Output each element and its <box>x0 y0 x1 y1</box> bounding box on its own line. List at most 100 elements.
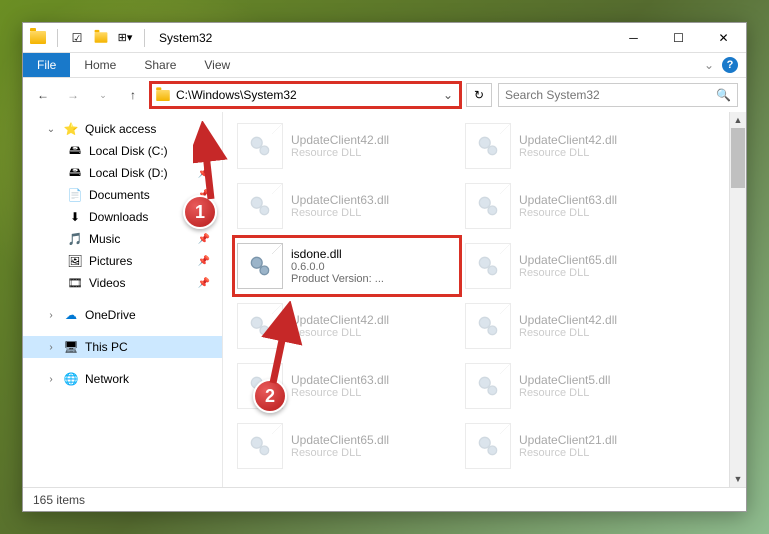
file-name: UpdateClient42.dll <box>519 313 685 327</box>
downloads-icon: ⬇ <box>67 209 83 225</box>
sidebar-item-pictures[interactable]: 🖼Pictures📌 <box>23 250 222 272</box>
folder-icon[interactable] <box>27 27 49 49</box>
scroll-down-icon[interactable]: ▼ <box>730 471 746 487</box>
dll-file-icon <box>465 183 511 229</box>
file-item[interactable]: isdone.dll0.6.0.0Product Version: ... <box>233 236 461 296</box>
sidebar-label: This PC <box>85 340 128 354</box>
sidebar-item-videos[interactable]: 🎞 Videos 📌 <box>23 272 222 294</box>
dll-file-icon <box>465 363 511 409</box>
dll-file-icon <box>465 303 511 349</box>
sidebar-label: OneDrive <box>85 308 136 322</box>
navigation-bar: ← → ⌄ ↑ C:\Windows\System32 ⌄ ↻ 🔍 <box>23 78 746 112</box>
file-item[interactable]: UpdateClient63.dllResource DLL <box>233 176 461 236</box>
sidebar-label: Documents <box>89 188 150 202</box>
forward-button[interactable]: → <box>61 83 85 107</box>
pin-icon: 📌 <box>198 278 210 289</box>
file-item[interactable]: UpdateClient42.dllResource DLL <box>461 116 689 176</box>
minimize-button[interactable]: ─ <box>611 23 656 53</box>
sidebar-item-quick-access[interactable]: ⌄⭐Quick access <box>23 118 222 140</box>
sidebar-item-onedrive[interactable]: ›☁OneDrive <box>23 304 222 326</box>
explorer-window: ☑ ⊞▾ System32 ─ ☐ ✕ File Home Share View… <box>22 22 747 512</box>
dll-file-icon <box>465 123 511 169</box>
file-name: UpdateClient5.dll <box>519 373 685 387</box>
recent-locations-button[interactable]: ⌄ <box>91 83 115 107</box>
ribbon-expand-icon[interactable]: ⌄ <box>704 58 714 72</box>
star-icon: ⭐ <box>63 121 79 137</box>
file-name: UpdateClient63.dll <box>291 373 457 387</box>
sidebar-label: Music <box>89 232 120 246</box>
pin-icon: 📌 <box>198 190 210 201</box>
file-name: UpdateClient42.dll <box>519 133 685 147</box>
sidebar-item-local-d[interactable]: 🖴Local Disk (D:)📌 <box>23 162 222 184</box>
file-item[interactable]: UpdateClient42.dllResource DLL <box>461 296 689 356</box>
window-title: System32 <box>155 31 611 45</box>
file-item[interactable]: UpdateClient63.dllResource DLL <box>233 356 461 416</box>
dll-file-icon <box>465 423 511 469</box>
videos-icon: 🎞 <box>67 275 83 291</box>
view-options-icon[interactable]: ⊞▾ <box>114 27 136 49</box>
sidebar-item-music[interactable]: 🎵Music📌 <box>23 228 222 250</box>
refresh-button[interactable]: ↻ <box>466 83 492 107</box>
sidebar-item-local-c[interactable]: 🖴Local Disk (C:)📌 <box>23 140 222 162</box>
sidebar-label: Videos <box>89 276 125 290</box>
search-input[interactable] <box>505 88 716 102</box>
dll-file-icon <box>237 123 283 169</box>
scrollbar[interactable]: ▲ ▼ <box>729 112 746 487</box>
file-item[interactable]: UpdateClient42.dllResource DLL <box>233 296 461 356</box>
titlebar: ☑ ⊞▾ System32 ─ ☐ ✕ <box>23 23 746 53</box>
sidebar-item-downloads[interactable]: ⬇Downloads📌 <box>23 206 222 228</box>
file-name: isdone.dll <box>291 247 457 261</box>
maximize-button[interactable]: ☐ <box>656 23 701 53</box>
pin-icon: 📌 <box>198 212 210 223</box>
file-item[interactable]: UpdateClient42.dllResource DLL <box>233 116 461 176</box>
search-box[interactable]: 🔍 <box>498 83 738 107</box>
sidebar-label: Local Disk (C:) <box>89 144 168 158</box>
dll-file-icon <box>237 363 283 409</box>
file-name: UpdateClient63.dll <box>519 193 685 207</box>
scroll-thumb[interactable] <box>731 128 745 188</box>
file-item[interactable]: UpdateClient65.dllResource DLL <box>461 236 689 296</box>
dll-file-icon <box>237 183 283 229</box>
pc-icon: 🖥 <box>63 339 79 355</box>
file-name: UpdateClient21.dll <box>519 433 685 447</box>
properties-icon[interactable]: ☑ <box>66 27 88 49</box>
address-path: C:\Windows\System32 <box>172 88 439 102</box>
address-bar[interactable]: C:\Windows\System32 ⌄ <box>151 83 460 107</box>
dll-file-icon <box>237 303 283 349</box>
sidebar: ⌄⭐Quick access 🖴 Local Disk (C:) 📌 🖴Local … <box>23 112 223 487</box>
close-button[interactable]: ✕ <box>701 23 746 53</box>
drive-icon: 🖴 <box>67 143 83 159</box>
sidebar-item-network[interactable]: ›🌐Network <box>23 368 222 390</box>
tab-file[interactable]: File <box>23 53 70 77</box>
file-item[interactable]: UpdateClient5.dllResource DLL <box>461 356 689 416</box>
help-icon[interactable]: ? <box>722 57 738 73</box>
file-item[interactable]: UpdateClient65.dllResource DLL <box>233 416 461 476</box>
tab-view[interactable]: View <box>190 53 244 77</box>
file-pane: UpdateClient42.dllResource DLLUpdateClie… <box>223 112 746 487</box>
new-folder-icon[interactable] <box>90 27 112 49</box>
file-name: UpdateClient65.dll <box>291 433 457 447</box>
scroll-up-icon[interactable]: ▲ <box>730 112 746 128</box>
file-name: UpdateClient42.dll <box>291 133 457 147</box>
pin-icon: 📌 <box>198 168 210 179</box>
music-icon: 🎵 <box>67 231 83 247</box>
sidebar-label: Network <box>85 372 129 386</box>
file-item[interactable]: UpdateClient21.dllResource DLL <box>461 416 689 476</box>
tab-home[interactable]: Home <box>70 53 130 77</box>
folder-icon <box>154 86 172 104</box>
tab-share[interactable]: Share <box>130 53 190 77</box>
network-icon: 🌐 <box>63 371 79 387</box>
sidebar-item-documents[interactable]: 📄Documents📌 <box>23 184 222 206</box>
file-item[interactable]: UpdateClient63.dllResource DLL <box>461 176 689 236</box>
file-name: UpdateClient65.dll <box>519 253 685 267</box>
search-icon[interactable]: 🔍 <box>716 88 731 102</box>
sidebar-label: Pictures <box>89 254 132 268</box>
back-button[interactable]: ← <box>31 83 55 107</box>
address-dropdown-icon[interactable]: ⌄ <box>439 88 457 102</box>
pictures-icon: 🖼 <box>67 253 83 269</box>
dll-file-icon <box>237 423 283 469</box>
ribbon-tabs: File Home Share View ⌄ ? <box>23 53 746 78</box>
up-button[interactable]: ↑ <box>121 83 145 107</box>
sidebar-item-this-pc[interactable]: ›🖥This PC <box>23 336 222 358</box>
onedrive-icon: ☁ <box>63 307 79 323</box>
